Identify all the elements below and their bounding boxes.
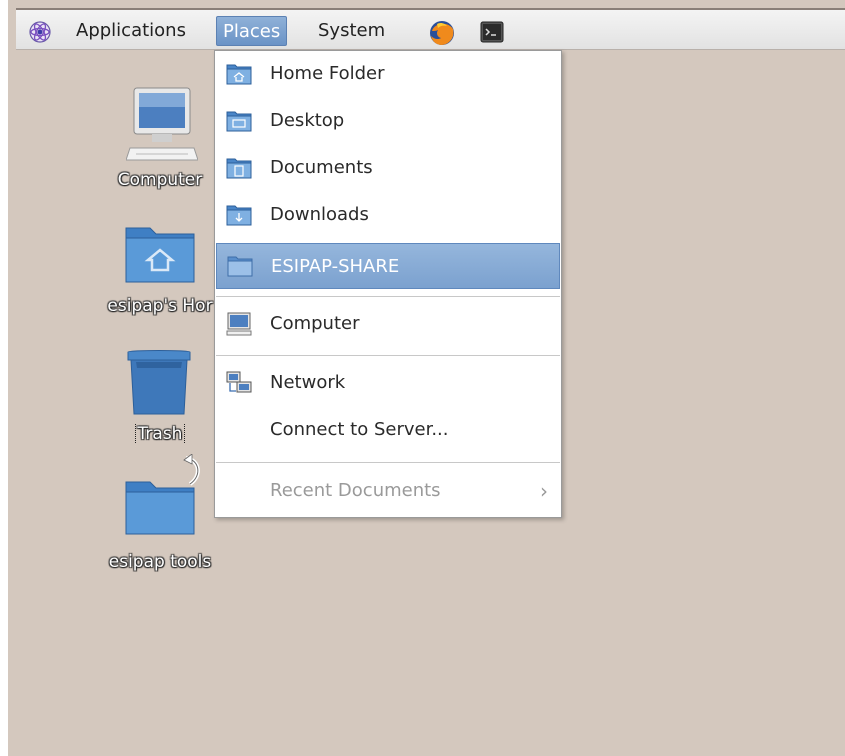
network-icon: [226, 371, 252, 393]
system-menu[interactable]: System: [312, 16, 391, 46]
downloads-folder-icon: [226, 205, 252, 226]
desktop-icon-label: esipap tools: [108, 552, 212, 572]
menu-item-network[interactable]: Network: [216, 360, 560, 406]
terminal-icon[interactable]: [480, 20, 504, 44]
trash-icon: [127, 350, 191, 415]
desktop-icon-label: Computer: [117, 170, 203, 190]
desktop-icon-label: esipap's Hor: [107, 296, 213, 316]
desktop-screen: Applications Places System Computer esip…: [0, 0, 845, 756]
desktop-icon-computer[interactable]: Computer: [90, 86, 230, 196]
menu-separator: [216, 355, 560, 356]
chevron-right-icon: ›: [540, 479, 548, 503]
menu-item-connect-to-server[interactable]: Connect to Server...: [216, 407, 560, 453]
top-panel: Applications Places System: [16, 8, 845, 50]
menu-separator: [216, 296, 560, 297]
firefox-icon[interactable]: [428, 19, 456, 47]
home-folder-icon: [226, 64, 252, 85]
desktop-icon-trash[interactable]: Trash: [90, 348, 230, 458]
desktop-folder-icon: [226, 111, 252, 132]
folder-icon: [125, 481, 195, 535]
gnome-foot-icon[interactable]: [28, 20, 52, 44]
menu-separator: [216, 462, 560, 463]
menu-item-esipap-share[interactable]: ESIPAP-SHARE: [216, 243, 560, 289]
menu-item-desktop[interactable]: Desktop: [216, 98, 560, 144]
home-folder-icon: [125, 227, 195, 283]
menu-item-documents[interactable]: Documents: [216, 145, 560, 191]
computer-icon: [126, 87, 198, 161]
computer-icon: [226, 312, 252, 336]
applications-menu[interactable]: Applications: [70, 16, 192, 46]
documents-folder-icon: [226, 158, 252, 179]
desktop-icon-home[interactable]: esipap's Hor: [90, 220, 230, 330]
desktop-icon-label: Trash: [90, 424, 230, 444]
menu-item-recent-documents: Recent Documents ›: [216, 468, 560, 514]
folder-icon: [227, 256, 253, 277]
places-dropdown: Home Folder Desktop Documents Downloads …: [214, 50, 562, 518]
menu-item-home-folder[interactable]: Home Folder: [216, 51, 560, 97]
places-menu[interactable]: Places: [216, 16, 288, 46]
desktop-icon-esipap-tools[interactable]: esipap tools: [90, 452, 230, 582]
menu-item-downloads[interactable]: Downloads: [216, 192, 560, 238]
menu-item-computer[interactable]: Computer: [216, 301, 560, 347]
